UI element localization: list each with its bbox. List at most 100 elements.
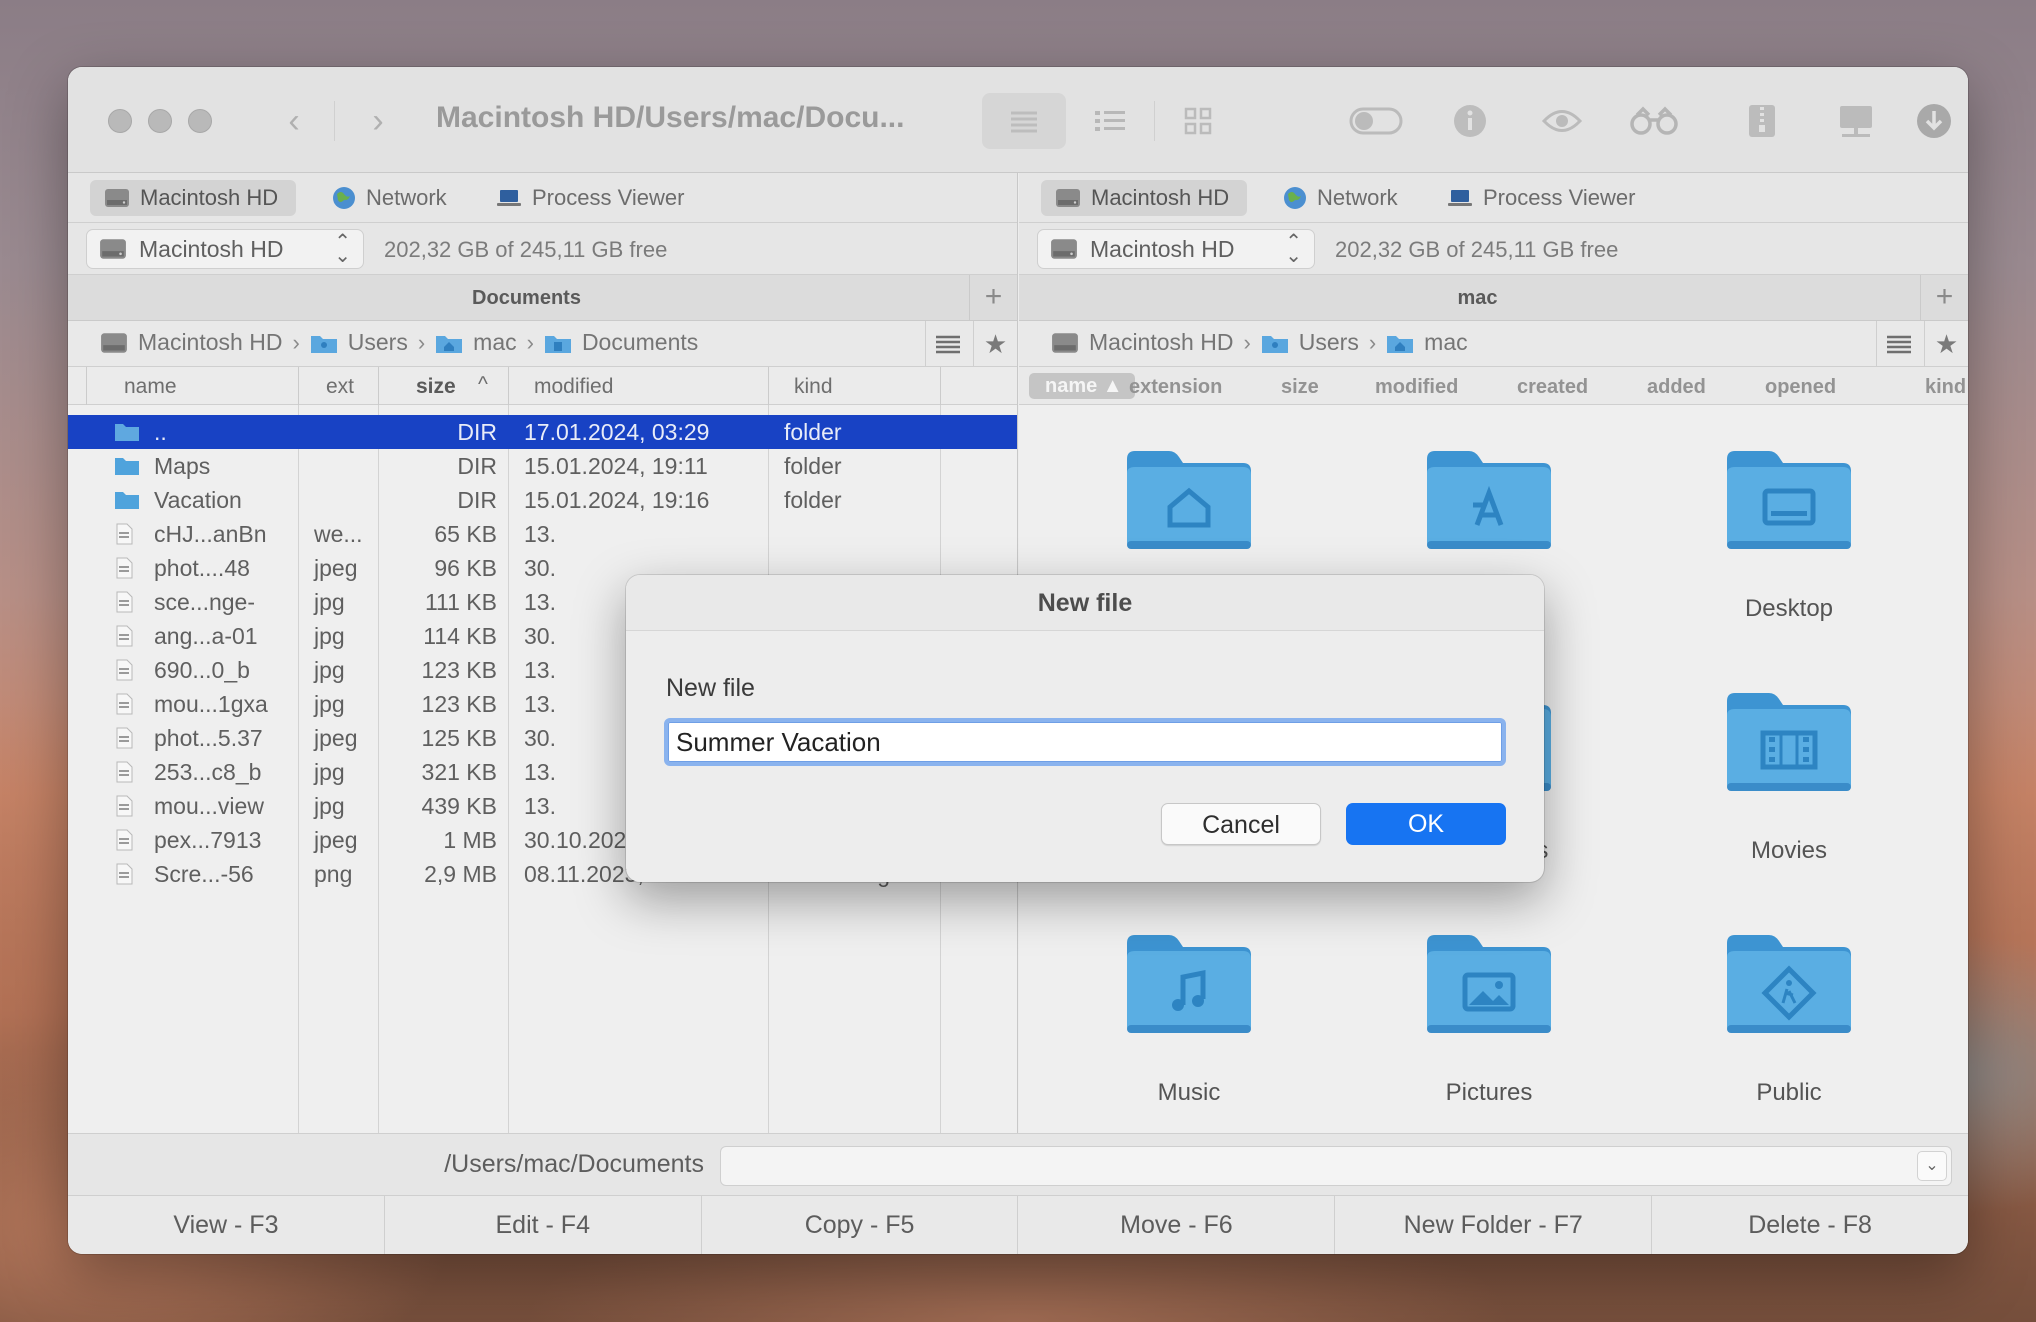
file-ext: jpg	[314, 589, 345, 615]
column-header-added[interactable]: added	[1647, 376, 1706, 399]
breadcrumb-item-users[interactable]: Users	[1261, 329, 1359, 356]
star-icon: ★	[1934, 328, 1959, 359]
hard-drive-icon	[105, 189, 129, 207]
icon-view-button[interactable]	[1166, 93, 1230, 149]
source-tab-network[interactable]: Network	[1269, 180, 1416, 216]
archive-button[interactable]	[1730, 93, 1794, 149]
image-file-icon	[114, 795, 134, 823]
downloads-button[interactable]	[1902, 93, 1966, 149]
globe-icon	[1284, 187, 1306, 209]
minimize-window-button[interactable]	[148, 109, 172, 133]
favorites-button[interactable]: ★	[973, 321, 1017, 367]
back-button[interactable]: ‹	[274, 101, 314, 141]
connect-server-button[interactable]	[1824, 93, 1888, 149]
column-header-modified[interactable]: modified	[1375, 376, 1458, 399]
column-header-name[interactable]: name ▲	[1029, 373, 1135, 399]
column-header-size[interactable]: size	[1281, 376, 1319, 399]
history-list-button[interactable]	[1876, 321, 1920, 367]
new-file-name-input[interactable]	[664, 718, 1506, 766]
view-f3-button[interactable]: View - F3	[68, 1196, 385, 1254]
close-window-button[interactable]	[108, 109, 132, 133]
folder-item[interactable]: Movies	[1679, 687, 1899, 887]
file-size: 65 KB	[434, 521, 497, 547]
globe-icon	[333, 187, 355, 209]
folder-item[interactable]: Public	[1679, 929, 1899, 1129]
folder-tab-mac[interactable]: mac	[1037, 287, 1918, 310]
file-manager-window: ‹ › Macintosh HD/Users/mac/Docu... Macin…	[68, 67, 1968, 1254]
breadcrumb-item-mac[interactable]: mac	[1386, 329, 1468, 356]
file-size: 2,9 MB	[424, 861, 497, 887]
source-tab-macintosh-hd[interactable]: Macintosh HD	[1041, 180, 1248, 216]
ok-button[interactable]: OK	[1346, 803, 1506, 845]
source-tab-network[interactable]: Network	[318, 180, 465, 216]
move-f6-button[interactable]: Move - F6	[1018, 1196, 1336, 1254]
free-space-label: 202,32 GB of 245,11 GB free	[1335, 237, 1619, 262]
binoculars-icon	[1630, 106, 1678, 135]
folder-item-label: Movies	[1750, 837, 1828, 864]
delete-f8-button[interactable]: Delete - F8	[1652, 1196, 1968, 1254]
file-row[interactable]: cHJ...anBn we... 65 KB 13.	[68, 517, 1017, 551]
source-tab-macintosh-hd[interactable]: Macintosh HD	[90, 180, 297, 216]
folder-item[interactable]: Pictures	[1379, 929, 1599, 1129]
drive-selector[interactable]: Macintosh HD ⌃ ⌄	[86, 229, 364, 269]
column-header-size[interactable]: size	[416, 375, 456, 399]
file-size: DIR	[457, 419, 497, 445]
drive-bar: Macintosh HD ⌃ ⌄ 202,32 GB of 245,11 GB f…	[1019, 223, 1968, 275]
breadcrumb-item-mac[interactable]: mac	[435, 329, 517, 356]
copy-f5-button[interactable]: Copy - F5	[702, 1196, 1019, 1254]
drive-selector[interactable]: Macintosh HD ⌃ ⌄	[1037, 229, 1315, 269]
column-header-name[interactable]: name	[124, 375, 177, 399]
file-modified: 30.	[524, 623, 556, 649]
column-header-opened[interactable]: opened	[1765, 376, 1836, 399]
file-name: mou...view	[154, 793, 264, 819]
pictures-folder-icon	[1427, 935, 1551, 1033]
column-header-created[interactable]: created	[1517, 376, 1588, 399]
column-header-modified[interactable]: modified	[534, 375, 613, 399]
zoom-window-button[interactable]	[188, 109, 212, 133]
file-name: Scre...-56	[154, 861, 254, 887]
command-input[interactable]: ⌄	[720, 1146, 1952, 1186]
function-key-bar: View - F3 Edit - F4 Copy - F5 Move - F6 …	[68, 1195, 1968, 1254]
history-list-button[interactable]	[925, 321, 969, 367]
breadcrumb-separator-icon: ›	[1368, 329, 1377, 355]
add-tab-button[interactable]: +	[969, 275, 1017, 321]
favorites-button[interactable]: ★	[1924, 321, 1968, 367]
toggle-hidden-icon	[1349, 107, 1403, 135]
laptop-icon	[1448, 190, 1472, 206]
folder-item[interactable]: Desktop	[1679, 445, 1899, 645]
image-file-icon	[114, 829, 134, 857]
add-tab-button[interactable]: +	[1920, 275, 1968, 321]
edit-f4-button[interactable]: Edit - F4	[385, 1196, 702, 1254]
breadcrumb-item-macintosh-hd[interactable]: Macintosh HD	[100, 329, 282, 356]
column-header-kind[interactable]: kind	[794, 375, 833, 399]
column-header-ext[interactable]: ext	[326, 375, 354, 399]
command-history-dropdown[interactable]: ⌄	[1917, 1151, 1947, 1181]
folder-tab-documents[interactable]: Documents	[86, 287, 967, 310]
chevron-down-icon: ⌄	[1925, 1157, 1939, 1174]
toggle-hidden-files-button[interactable]	[1344, 93, 1408, 149]
new-folder-f7-button[interactable]: New Folder - F7	[1335, 1196, 1653, 1254]
file-row[interactable]: Vacation DIR 15.01.2024, 19:16 folder	[68, 483, 1017, 517]
home-folder-icon	[1387, 335, 1414, 353]
breadcrumb-item-documents[interactable]: Documents	[544, 329, 698, 356]
info-button[interactable]	[1438, 93, 1502, 149]
file-kind: folder	[784, 487, 842, 513]
column-header-extension[interactable]: extension	[1129, 376, 1222, 399]
folder-item[interactable]: Music	[1079, 929, 1299, 1129]
file-row[interactable]: .. DIR 17.01.2024, 03:29 folder	[68, 415, 1017, 449]
file-size: 321 KB	[421, 759, 497, 785]
detail-view-button[interactable]	[1078, 93, 1142, 149]
icon-view-icon	[1184, 107, 1212, 135]
list-view-button[interactable]	[982, 93, 1066, 149]
breadcrumb-item-users[interactable]: Users	[310, 329, 408, 356]
breadcrumb-item-macintosh-hd[interactable]: Macintosh HD	[1051, 329, 1233, 356]
cancel-button[interactable]: Cancel	[1161, 803, 1321, 845]
forward-button[interactable]: ›	[358, 101, 398, 141]
quick-look-button[interactable]	[1530, 93, 1594, 149]
file-row[interactable]: Maps DIR 15.01.2024, 19:11 folder	[68, 449, 1017, 483]
source-tab-process-viewer[interactable]: Process Viewer	[482, 180, 702, 216]
column-header-kind[interactable]: kind	[1925, 376, 1966, 399]
search-button[interactable]	[1622, 93, 1686, 149]
folder-tab-bar: Documents +	[68, 275, 1017, 321]
source-tab-process-viewer[interactable]: Process Viewer	[1433, 180, 1653, 216]
